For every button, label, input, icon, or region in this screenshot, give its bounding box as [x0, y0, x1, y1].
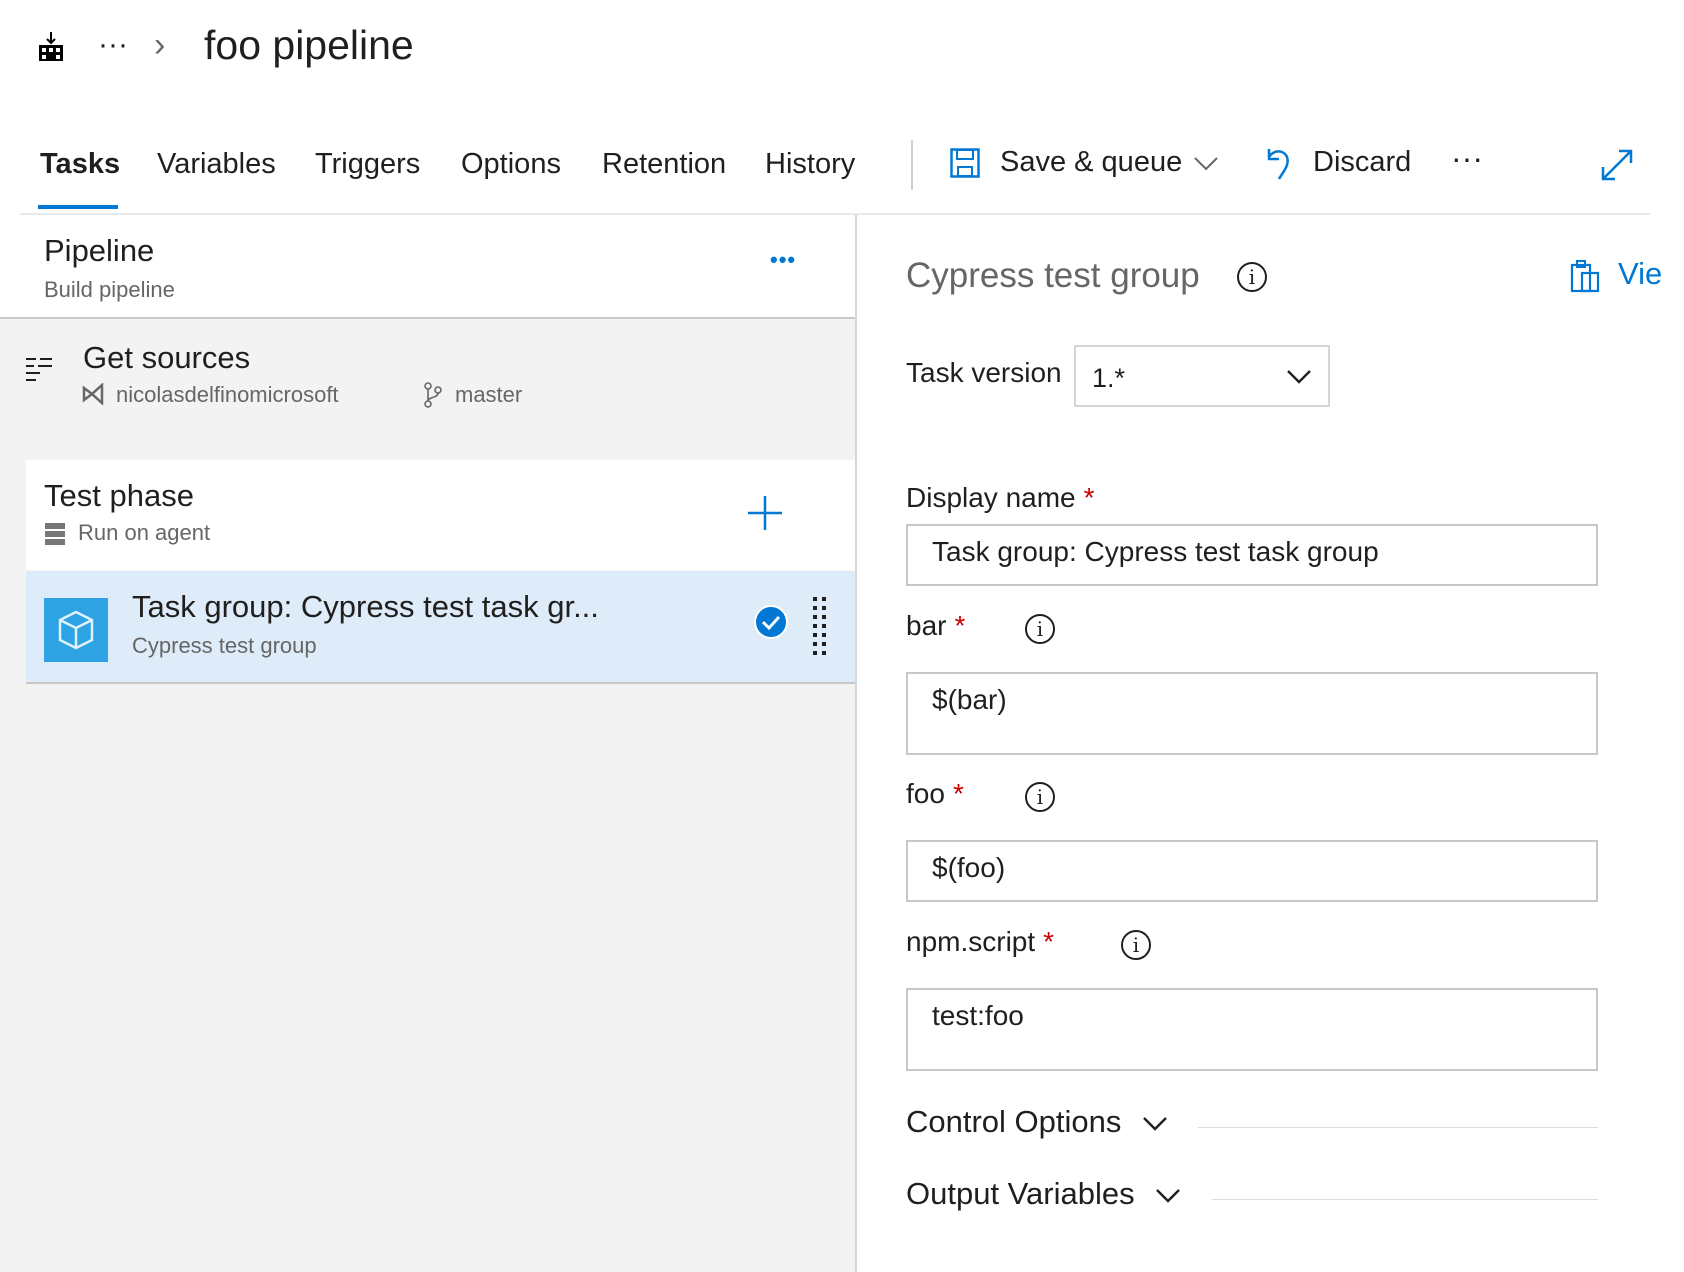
task-subtitle: Cypress test group — [132, 633, 317, 658]
bar-label-text: bar — [906, 610, 947, 641]
tab-triggers[interactable]: Triggers — [315, 148, 420, 181]
task-version-label: Task version — [906, 357, 1062, 388]
discard-label: Discard — [1313, 146, 1412, 178]
repo-name: nicolasdelfinomicrosoft — [116, 382, 339, 407]
control-options-label: Control Options — [906, 1104, 1122, 1139]
task-row-selected[interactable]: Task group: Cypress test task gr... Cypr… — [26, 571, 855, 684]
expand-icon[interactable] — [1600, 148, 1634, 182]
view-yaml-button[interactable]: Vie — [1570, 256, 1684, 300]
npm-script-input[interactable]: test:foo — [906, 988, 1598, 1071]
branch-icon — [424, 382, 442, 408]
output-variables-toggle[interactable]: Output Variables — [906, 1176, 1181, 1212]
bar-info-icon[interactable]: i — [1025, 614, 1055, 644]
chevron-down-icon — [1287, 370, 1311, 384]
chevron-down-icon — [1143, 1116, 1167, 1131]
tab-tasks[interactable]: Tasks — [40, 148, 120, 181]
build-pipeline-icon[interactable] — [37, 32, 65, 62]
required-marker: * — [954, 610, 966, 641]
tab-variables[interactable]: Variables — [157, 148, 276, 181]
chevron-down-icon[interactable] — [1193, 156, 1219, 172]
branch-name: master — [455, 382, 523, 407]
bar-label: bar * — [906, 610, 965, 642]
npm-script-label-text: npm.script — [906, 926, 1036, 957]
header-divider — [20, 213, 1650, 215]
toolbar-divider — [911, 140, 913, 190]
foo-label-text: foo — [906, 778, 945, 809]
npm-script-label: npm.script * — [906, 926, 1054, 958]
save-queue-label: Save & queue — [1000, 146, 1183, 178]
visual-studio-icon — [82, 383, 104, 405]
required-marker: * — [952, 778, 964, 809]
panel-divider[interactable] — [855, 215, 857, 1272]
task-version-select[interactable]: 1.* — [1074, 345, 1330, 407]
get-sources-item[interactable]: Get sources nicolasdelfinomicrosoft mast… — [0, 330, 855, 430]
display-name-input[interactable]: Task group: Cypress test task group — [906, 524, 1598, 586]
toolbar-more-button[interactable]: ··· — [1451, 140, 1483, 177]
required-marker: * — [1083, 482, 1095, 513]
bar-input[interactable]: $(bar) — [906, 672, 1598, 755]
active-tab-indicator — [38, 205, 118, 209]
test-phase-item[interactable]: Test phase Run on agent — [26, 460, 855, 570]
save-queue-button[interactable]: Save & queue — [950, 140, 1220, 190]
save-icon — [950, 148, 980, 178]
foo-info-icon[interactable]: i — [1025, 782, 1055, 812]
display-name-label-text: Display name — [906, 482, 1076, 513]
clipboard-icon — [1570, 260, 1600, 293]
foo-input[interactable]: $(foo) — [906, 840, 1598, 902]
tab-history[interactable]: History — [765, 148, 855, 181]
tab-options[interactable]: Options — [461, 148, 561, 181]
drag-handle-icon[interactable] — [812, 597, 828, 655]
check-circle-icon — [754, 605, 788, 639]
required-marker: * — [1043, 926, 1055, 957]
sources-icon — [26, 358, 52, 381]
control-options-toggle[interactable]: Control Options — [906, 1104, 1168, 1140]
info-icon[interactable]: i — [1237, 262, 1267, 292]
pipeline-more-button[interactable]: ••• — [770, 247, 796, 273]
page-title: foo pipeline — [204, 22, 414, 68]
task-group-icon — [44, 598, 108, 662]
add-task-icon[interactable] — [748, 496, 782, 530]
npm-script-info-icon[interactable]: i — [1121, 930, 1151, 960]
get-sources-title: Get sources — [83, 340, 251, 375]
breadcrumb-chevron-icon: › — [154, 26, 166, 64]
pipeline-divider — [0, 317, 855, 319]
discard-button[interactable]: Discard — [1265, 140, 1425, 190]
pipeline-item[interactable]: Pipeline Build pipeline ••• — [0, 225, 855, 317]
pipeline-title: Pipeline — [44, 233, 155, 268]
view-label: Vie — [1618, 256, 1663, 291]
chevron-down-icon — [1156, 1188, 1181, 1203]
task-title: Task group: Cypress test task gr... — [132, 589, 599, 624]
task-version-value: 1.* — [1092, 363, 1126, 393]
undo-icon — [1267, 149, 1289, 180]
pipeline-subtitle: Build pipeline — [44, 277, 175, 302]
foo-label: foo * — [906, 778, 964, 810]
output-variables-label: Output Variables — [906, 1176, 1135, 1211]
phase-title: Test phase — [44, 478, 194, 513]
agent-server-icon — [45, 523, 65, 545]
details-title: Cypress test group — [906, 256, 1200, 295]
section-divider — [1198, 1127, 1598, 1128]
section-divider — [1212, 1199, 1598, 1200]
display-name-label: Display name * — [906, 482, 1095, 514]
breadcrumb-more[interactable]: ··· — [98, 28, 128, 62]
tab-retention[interactable]: Retention — [602, 148, 726, 181]
phase-subtitle: Run on agent — [78, 520, 211, 545]
